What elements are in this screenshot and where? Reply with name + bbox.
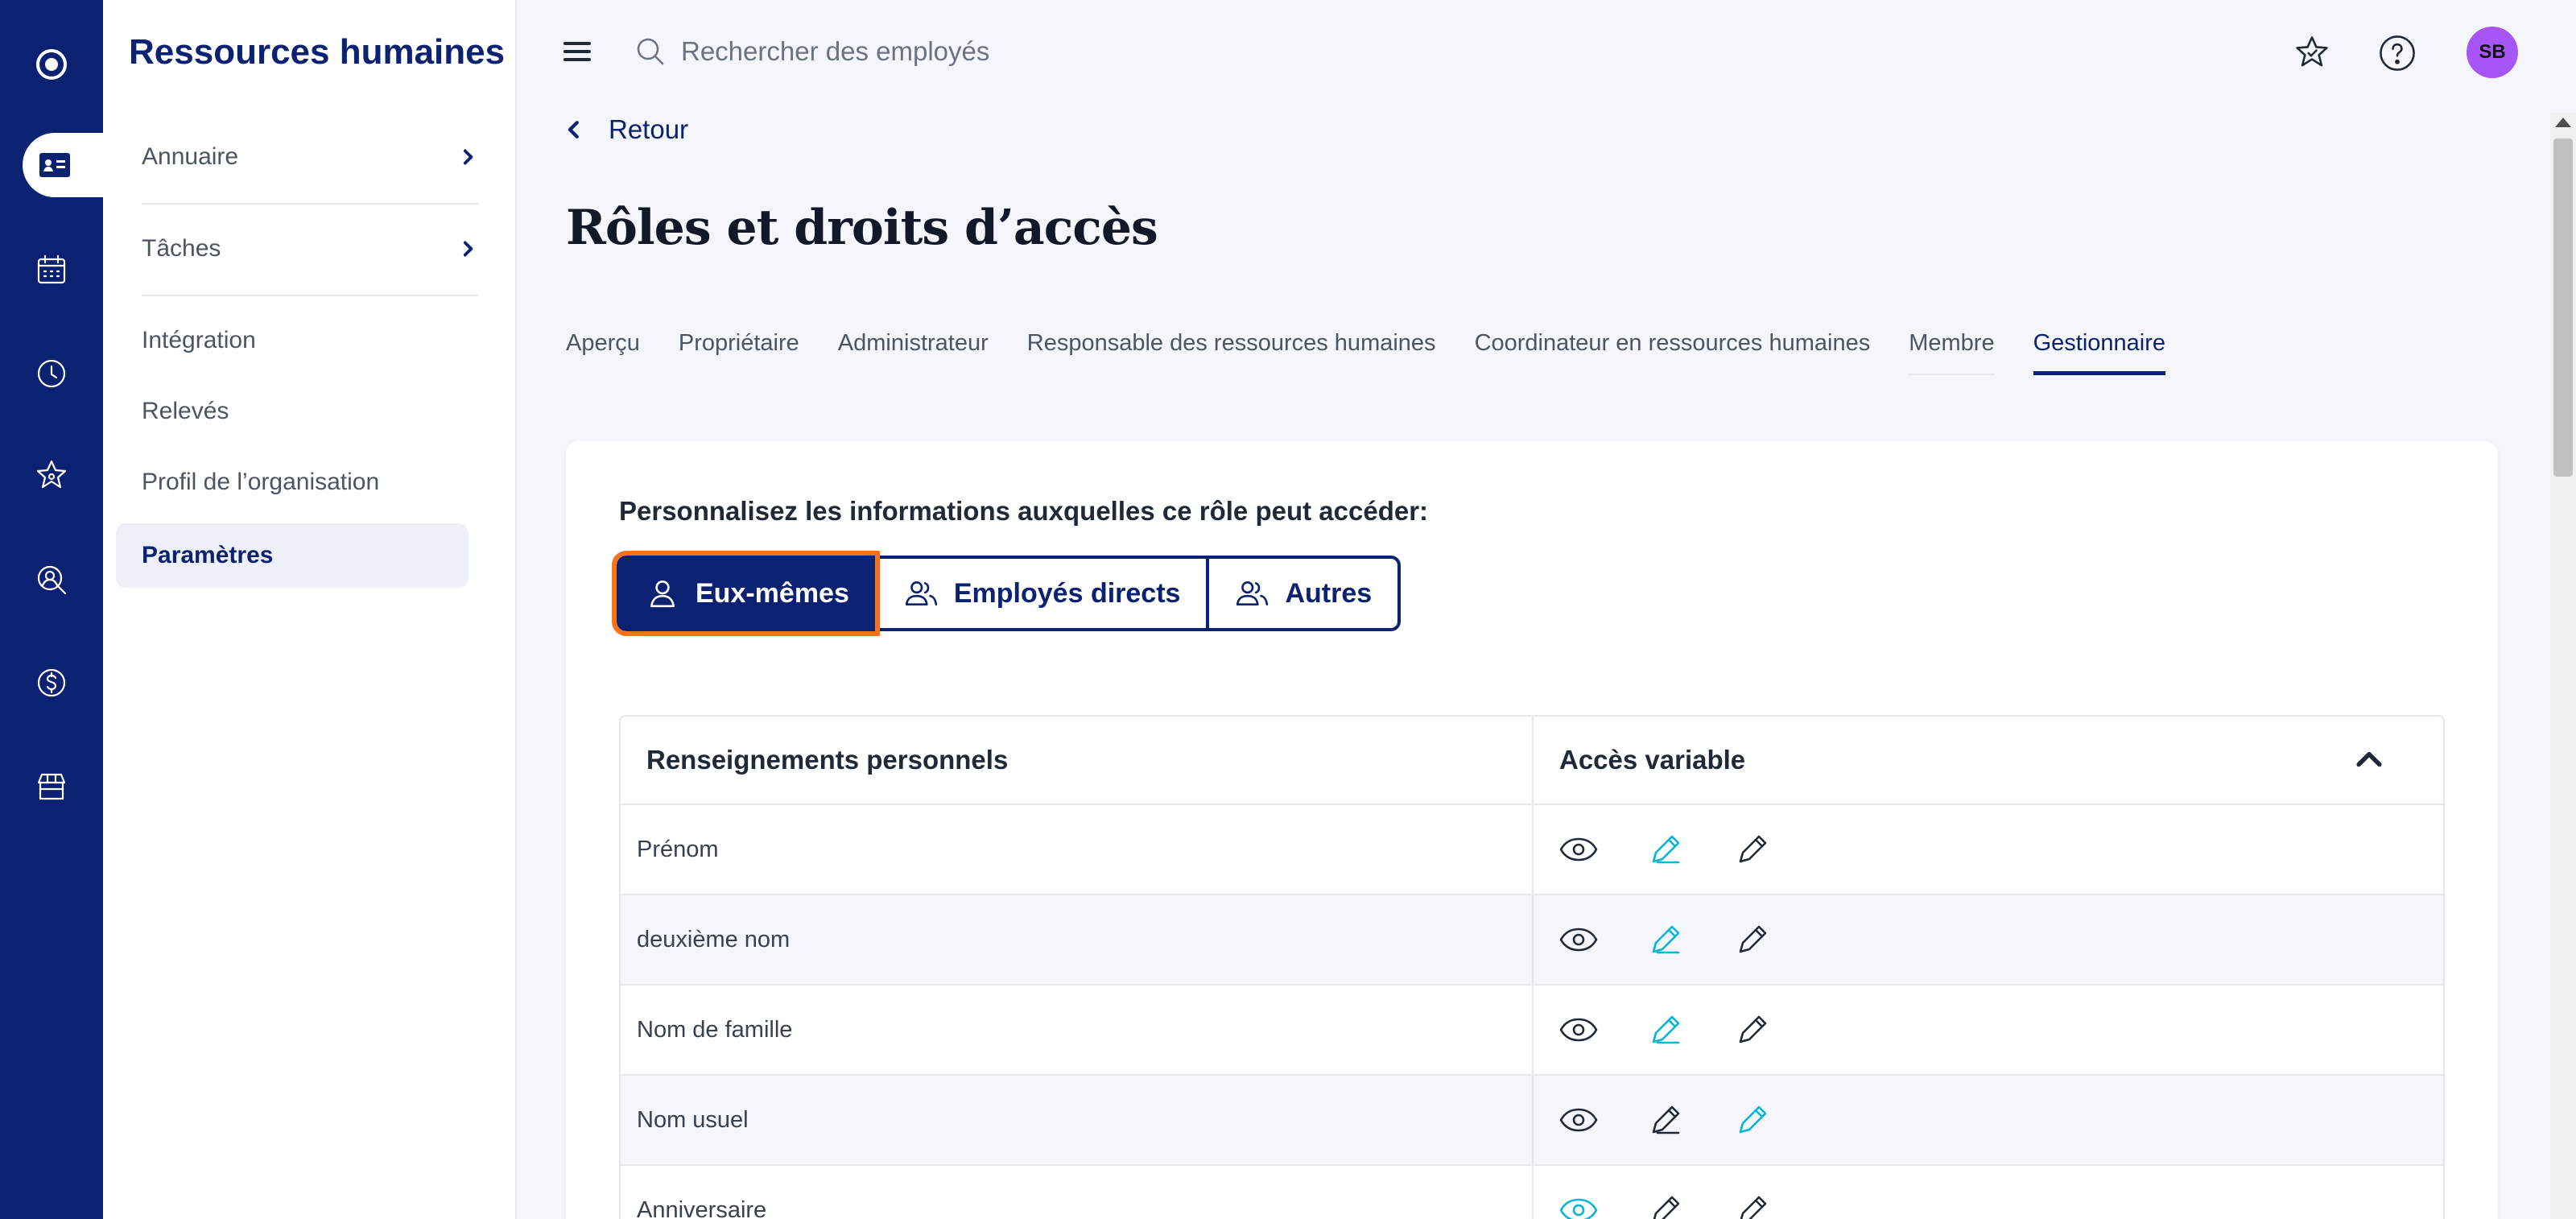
edit-with-approval-icon[interactable]: [1645, 1009, 1686, 1051]
tab-proprietaire[interactable]: Propriétaire: [679, 330, 799, 375]
card-heading: Personnalisez les informations auxquelle…: [619, 496, 1429, 526]
chevron-right-icon: [463, 241, 473, 257]
clock-icon[interactable]: [0, 341, 103, 406]
sidebar-item-integration[interactable]: Intégration: [142, 327, 478, 354]
edit-with-approval-icon[interactable]: [1645, 829, 1686, 870]
page-title: Rôles et droits d’accès: [566, 200, 1158, 256]
column-header-fields: Renseignements personnels: [621, 717, 1534, 804]
table-row: Nom usuel: [621, 1076, 2443, 1166]
edit-pencil-icon[interactable]: [1732, 1009, 1773, 1051]
sidebar-item-label: Intégration: [142, 327, 256, 353]
sidebar-item-annuaire[interactable]: Annuaire: [142, 143, 478, 171]
section-sidebar: Ressources humaines Annuaire Tâches Inté…: [103, 0, 517, 1219]
person-icon: [650, 580, 675, 608]
tab-administrateur[interactable]: Administrateur: [838, 330, 989, 375]
view-eye-icon[interactable]: [1558, 829, 1600, 870]
access-options: [1534, 1076, 2443, 1164]
avatar[interactable]: SB: [2467, 27, 2518, 78]
edit-pencil-icon[interactable]: [1732, 1189, 1773, 1219]
table-row: Prénom: [621, 805, 2443, 895]
chevron-up-icon[interactable]: [2351, 742, 2387, 778]
help-icon[interactable]: [2376, 32, 2418, 74]
scope-segmented-control: Eux-mêmes Employés directs Autres: [612, 551, 1402, 636]
table-row: Anniversaire: [621, 1166, 2443, 1219]
field-label: Nom usuel: [621, 1076, 1534, 1164]
tab-responsable-rh[interactable]: Responsable des ressources humaines: [1027, 330, 1436, 375]
scope-others-button[interactable]: Autres: [1206, 556, 1402, 631]
edit-with-approval-icon[interactable]: [1645, 1099, 1686, 1141]
chevron-right-icon: [463, 149, 473, 165]
view-eye-icon[interactable]: [1558, 919, 1600, 961]
scroll-up-arrow[interactable]: [2555, 118, 2571, 127]
edit-pencil-icon[interactable]: [1732, 1099, 1773, 1141]
section-title: Ressources humaines: [129, 32, 506, 72]
role-tabs: Aperçu Propriétaire Administrateur Respo…: [566, 330, 2166, 375]
sidebar-item-releves[interactable]: Relevés: [142, 398, 478, 425]
scope-label: Autres: [1285, 577, 1373, 609]
access-options: [1534, 986, 2443, 1074]
tab-apercu[interactable]: Aperçu: [566, 330, 640, 375]
people-icon: [1236, 581, 1269, 605]
sidebar-item-label: Tâches: [142, 235, 221, 262]
edit-with-approval-icon[interactable]: [1645, 1189, 1686, 1219]
logo-icon[interactable]: [0, 32, 103, 97]
app-rail: [0, 0, 103, 1219]
access-options: [1534, 895, 2443, 984]
scope-label: Employés directs: [953, 577, 1181, 609]
table-row: deuxième nom: [621, 895, 2443, 986]
tab-coordinateur-rh[interactable]: Coordinateur en ressources humaines: [1475, 330, 1871, 375]
tab-membre[interactable]: Membre: [1909, 330, 1995, 375]
table-header: Renseignements personnels Accès variable: [621, 717, 2443, 805]
divider: [142, 203, 478, 205]
back-link[interactable]: Retour: [562, 114, 688, 145]
access-options: [1534, 1166, 2443, 1219]
edit-with-approval-icon[interactable]: [1645, 919, 1686, 961]
scope-direct-reports-button[interactable]: Employés directs: [874, 556, 1207, 631]
column-header-label: Accès variable: [1559, 745, 1746, 775]
sidebar-item-label: Annuaire: [142, 143, 239, 170]
column-header-access: Accès variable: [1534, 717, 2443, 804]
chevron-left-icon: [568, 121, 579, 138]
scrollbar-thumb[interactable]: [2553, 138, 2573, 477]
view-eye-icon[interactable]: [1558, 1189, 1600, 1219]
field-label: Anniversaire: [621, 1166, 1534, 1219]
view-eye-icon[interactable]: [1558, 1009, 1600, 1051]
star-icon[interactable]: [0, 443, 103, 507]
table-body: Prénom deuxième nom Nom de famille Nom usue…: [621, 805, 2443, 1219]
back-label: Retour: [609, 114, 689, 144]
search-icon: [637, 38, 664, 65]
permissions-card: Personnalisez les informations auxquelle…: [566, 441, 2498, 1219]
calendar-icon[interactable]: [0, 238, 103, 302]
table-row: Nom de famille: [621, 986, 2443, 1076]
edit-pencil-icon[interactable]: [1732, 829, 1773, 870]
field-label: Nom de famille: [621, 986, 1534, 1074]
store-icon[interactable]: [0, 754, 103, 818]
sidebar-item-label: Relevés: [142, 398, 229, 424]
permissions-table: Renseignements personnels Accès variable…: [619, 715, 2445, 1219]
people-icon: [905, 581, 938, 605]
field-label: Prénom: [621, 805, 1534, 894]
people-search-icon[interactable]: [0, 548, 103, 612]
sidebar-item-label: Profil de l’organisation: [142, 469, 380, 495]
sidebar-item-label: Paramètres: [142, 542, 274, 568]
tab-gestionnaire[interactable]: Gestionnaire: [2033, 330, 2166, 375]
hamburger-menu-icon[interactable]: [564, 42, 591, 69]
sidebar-item-parametres[interactable]: Paramètres: [116, 523, 469, 588]
employee-card-icon[interactable]: [23, 133, 103, 197]
scope-self-button[interactable]: Eux-mêmes: [612, 551, 880, 636]
favorites-star-icon[interactable]: [2291, 32, 2333, 74]
divider: [142, 295, 478, 296]
edit-pencil-icon[interactable]: [1732, 919, 1773, 961]
search-input[interactable]: [681, 32, 1245, 71]
sidebar-item-taches[interactable]: Tâches: [142, 235, 478, 262]
sidebar-item-profil-organisation[interactable]: Profil de l’organisation: [142, 469, 478, 496]
field-label: deuxième nom: [621, 895, 1534, 984]
view-eye-icon[interactable]: [1558, 1099, 1600, 1141]
access-options: [1534, 805, 2443, 894]
dollar-icon[interactable]: [0, 651, 103, 715]
scope-label: Eux-mêmes: [696, 577, 849, 609]
